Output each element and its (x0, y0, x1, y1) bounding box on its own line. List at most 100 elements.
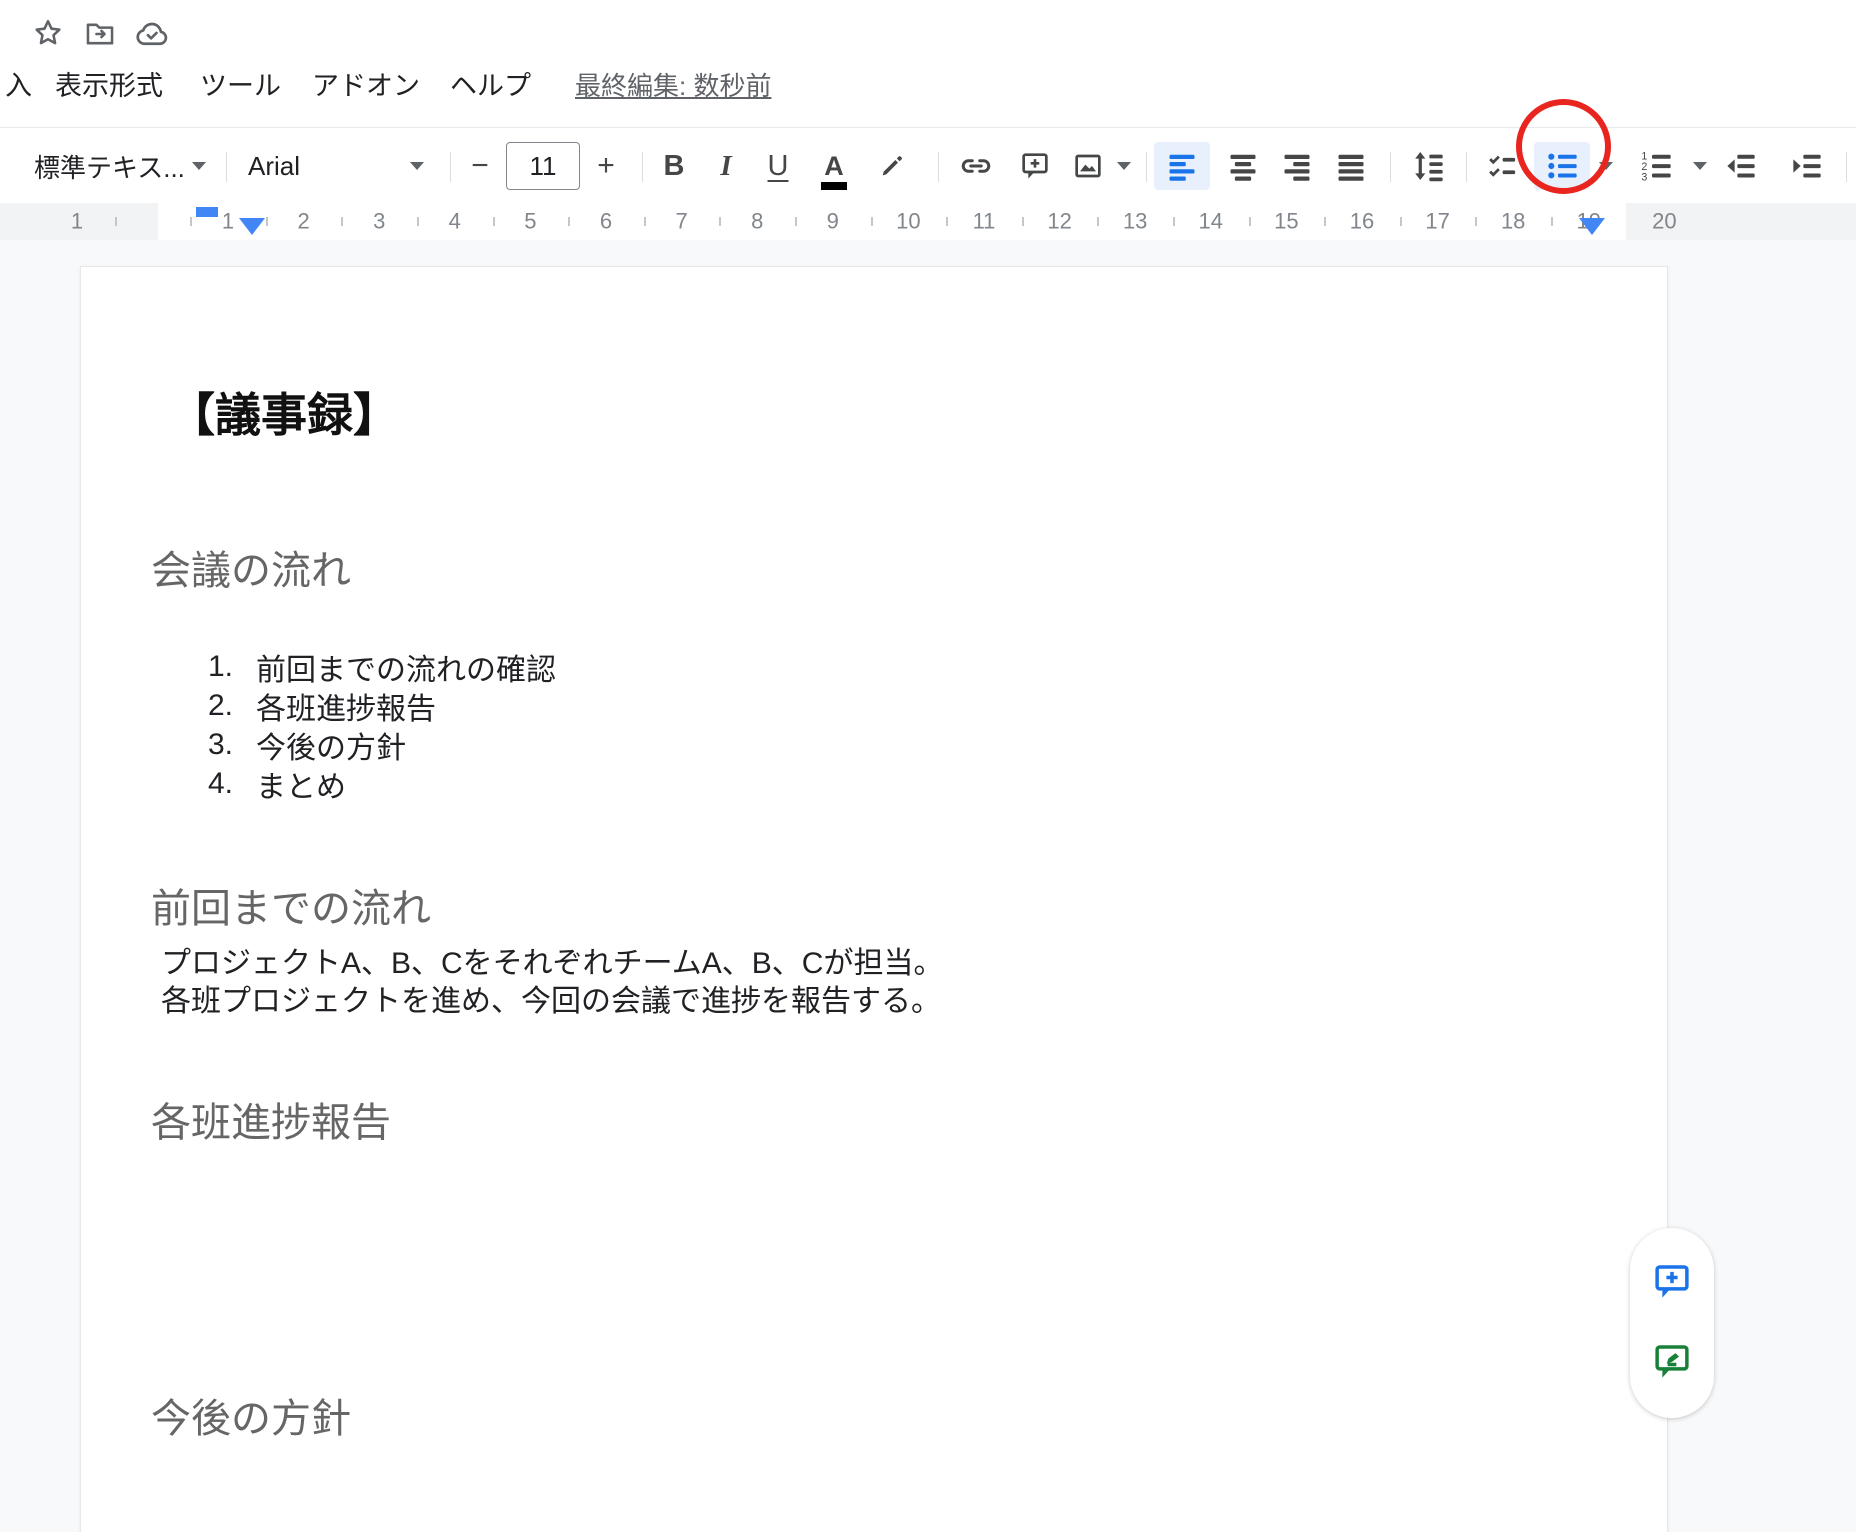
list-text: 各班進捗報告 (256, 684, 436, 728)
increase-indent-button[interactable] (1778, 142, 1834, 190)
numbered-list-icon: 123 (1639, 150, 1673, 182)
toolbar-separator (938, 152, 939, 182)
ruler-tick (266, 217, 268, 226)
insert-image-dropdown[interactable] (1112, 142, 1136, 190)
comment-add-icon (1019, 150, 1051, 182)
numbered-list-dropdown[interactable] (1688, 142, 1712, 190)
ruler-number: 10 (896, 208, 920, 234)
last-edit-link[interactable]: 最終編集: 数秒前 (575, 62, 771, 110)
ruler-tick (1475, 217, 1477, 226)
ruler-number: 6 (600, 208, 612, 234)
ruler-number: 20 (1652, 208, 1676, 234)
checklist-button[interactable] (1476, 142, 1528, 190)
link-icon (958, 148, 994, 184)
first-line-indent-marker[interactable] (196, 207, 218, 217)
ruler-number: 3 (373, 208, 385, 234)
ruler-number: 14 (1199, 208, 1223, 234)
italic-button[interactable]: I (704, 142, 748, 190)
floating-action-pill (1630, 1228, 1714, 1418)
add-comment-button-toolbar[interactable] (1010, 142, 1060, 190)
list-text: まとめ (256, 762, 346, 806)
text-color-button[interactable]: A (810, 142, 858, 190)
bulleted-list-dropdown[interactable] (1594, 142, 1618, 190)
toolbar: 標準テキス... Arial − 11 + B I U A (0, 127, 1856, 203)
ruler-number: 1 (71, 208, 83, 234)
ruler-tick (493, 217, 495, 226)
add-comment-button[interactable] (1651, 1260, 1693, 1302)
menu-item-addons[interactable]: アドオン (312, 62, 420, 110)
align-justify-button[interactable] (1326, 142, 1376, 190)
ruler-number: 17 (1425, 208, 1449, 234)
titlebar-actions (30, 12, 170, 56)
ruler-tick (190, 217, 192, 226)
increase-font-size-button[interactable]: + (584, 142, 628, 190)
image-icon (1072, 150, 1104, 182)
bold-icon: B (664, 150, 685, 183)
list-number: 2. (208, 689, 254, 723)
font-dropdown[interactable]: Arial (238, 142, 434, 190)
ruler-tick (719, 217, 721, 226)
underline-button[interactable]: U (754, 142, 802, 190)
font-name-value: Arial (248, 151, 300, 182)
menu-item-help[interactable]: ヘルプ (450, 62, 531, 110)
ruler-tick (1097, 217, 1099, 226)
ruler-number: 12 (1047, 208, 1071, 234)
chevron-down-icon (1599, 162, 1613, 170)
heading-previous: 前回までの流れ (151, 876, 431, 934)
insert-image-button[interactable] (1064, 142, 1112, 190)
menu-item-insert-partial[interactable]: 入 (5, 62, 32, 110)
align-center-button[interactable] (1218, 142, 1268, 190)
align-left-button[interactable] (1154, 142, 1210, 190)
line-spacing-icon (1411, 150, 1445, 182)
bold-button[interactable]: B (652, 142, 696, 190)
document-page[interactable]: 【議事録】 会議の流れ 1. 前回までの流れの確認 2. 各班進捗報告 3. 今… (80, 266, 1668, 1532)
highlight-color-button[interactable] (866, 142, 918, 190)
ruler[interactable]: 11234567891011121314151617181920 (0, 203, 1856, 240)
ruler-number: 11 (973, 208, 996, 234)
ruler-number: 15 (1274, 208, 1298, 234)
toolbar-separator (642, 152, 643, 182)
decrease-font-size-button[interactable]: − (458, 142, 502, 190)
suggest-edit-icon (1651, 1340, 1693, 1382)
text-color-icon: A (824, 151, 844, 182)
right-indent-marker[interactable] (1579, 218, 1605, 235)
ruler-tick (1324, 217, 1326, 226)
ruler-number: 5 (524, 208, 536, 234)
chevron-down-icon (1117, 162, 1131, 170)
paragraph-style-dropdown[interactable]: 標準テキス... (24, 142, 216, 190)
line-spacing-button[interactable] (1400, 142, 1456, 190)
ruler-tick (795, 217, 797, 226)
bulleted-list-button[interactable] (1534, 142, 1590, 190)
comment-add-icon (1651, 1260, 1693, 1302)
star-icon[interactable] (30, 16, 66, 52)
insert-link-button[interactable] (948, 142, 1004, 190)
toolbar-separator (1846, 152, 1847, 182)
highlighter-icon (876, 150, 908, 182)
decrease-indent-icon (1723, 150, 1757, 182)
ruler-number: 4 (449, 208, 461, 234)
ruler-number: 7 (675, 208, 687, 234)
align-right-button[interactable] (1272, 142, 1322, 190)
chevron-down-icon (1693, 162, 1707, 170)
menu-item-format[interactable]: 表示形式 (55, 62, 163, 110)
toolbar-separator (1466, 152, 1467, 182)
menu-item-tools[interactable]: ツール (200, 62, 281, 110)
ruler-number: 2 (297, 208, 309, 234)
decrease-indent-button[interactable] (1712, 142, 1768, 190)
font-size-field[interactable]: 11 (506, 142, 580, 190)
left-indent-marker[interactable] (239, 218, 265, 235)
paragraph-style-value: 標準テキス... (34, 148, 185, 185)
ruler-number: 16 (1350, 208, 1374, 234)
toolbar-separator (1146, 152, 1147, 182)
cloud-status-icon[interactable] (134, 16, 170, 52)
paragraph-line: 各班プロジェクトを進め、今回の会議で進捗を報告する。 (161, 976, 941, 1020)
numbered-list-button[interactable]: 123 (1628, 142, 1684, 190)
list-number: 3. (208, 728, 254, 762)
suggest-edits-button[interactable] (1651, 1340, 1693, 1382)
ruler-tick (341, 217, 343, 226)
move-folder-icon[interactable] (82, 16, 118, 52)
ruler-number: 8 (751, 208, 763, 234)
align-center-icon (1227, 151, 1259, 181)
list-text: 今後の方針 (256, 723, 406, 767)
heading-progress: 各班進捗報告 (151, 1090, 391, 1148)
